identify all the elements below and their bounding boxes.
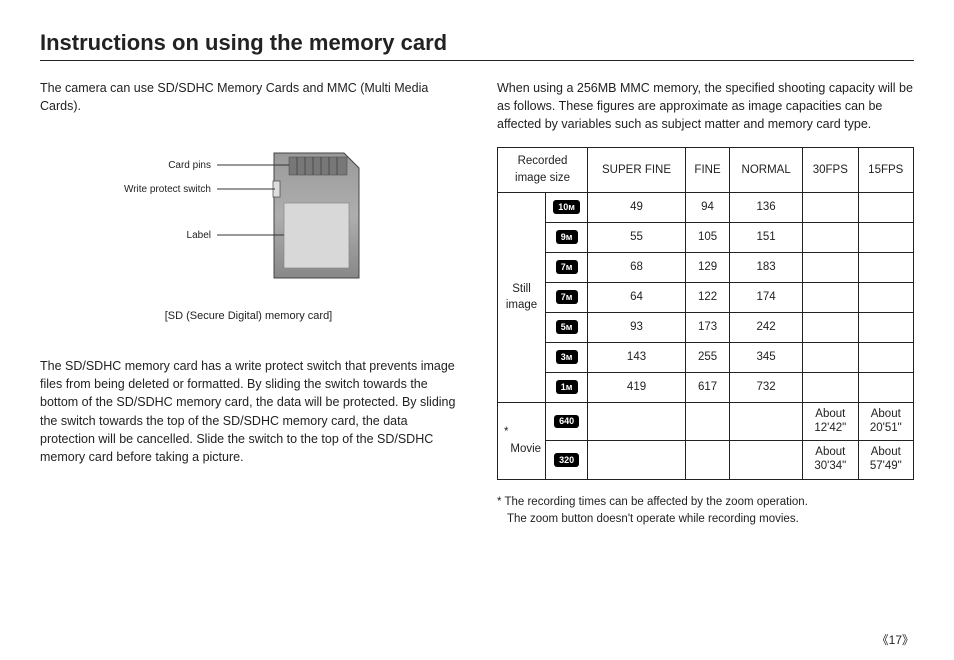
diagram-label-switch: Write protect switch: [123, 184, 210, 195]
empty-cell: [858, 282, 913, 312]
capacity-cell: About20'51": [858, 402, 913, 441]
empty-cell: [858, 312, 913, 342]
capacity-cell: About57'49": [858, 441, 913, 480]
left-column: The camera can use SD/SDHC Memory Cards …: [40, 79, 457, 527]
size-badge: 3м: [556, 350, 578, 364]
capacity-table: Recorded image size SUPER FINE FINE NORM…: [497, 147, 914, 480]
table-row: Still image10м4994136: [498, 192, 914, 222]
capacity-cell: 143: [588, 342, 686, 372]
empty-cell: [730, 402, 803, 441]
right-column: When using a 256MB MMC memory, the speci…: [497, 79, 914, 527]
th-size: Recorded image size: [498, 148, 588, 192]
diagram-label-pins: Card pins: [168, 160, 211, 171]
size-badge: 640: [554, 415, 579, 429]
capacity-cell: 617: [685, 372, 729, 402]
page-title: Instructions on using the memory card: [40, 30, 914, 61]
empty-cell: [858, 342, 913, 372]
table-row: 1м 419617732: [498, 372, 914, 402]
capacity-cell: 242: [730, 312, 803, 342]
size-badge-cell: 7м: [546, 252, 588, 282]
size-badge-cell: 9м: [546, 222, 588, 252]
intro-text-right: When using a 256MB MMC memory, the speci…: [497, 79, 914, 133]
size-badge: 1м: [556, 380, 578, 394]
capacity-cell: 105: [685, 222, 729, 252]
empty-cell: [803, 342, 858, 372]
capacity-cell: 151: [730, 222, 803, 252]
capacity-cell: 419: [588, 372, 686, 402]
footnote: * The recording times can be affected by…: [497, 494, 914, 527]
empty-cell: [803, 222, 858, 252]
size-badge: 7м: [556, 290, 578, 304]
size-badge-cell: 7м: [546, 282, 588, 312]
capacity-cell: 174: [730, 282, 803, 312]
capacity-cell: 49: [588, 192, 686, 222]
page-number: 《17》: [877, 631, 914, 648]
th-normal: NORMAL: [730, 148, 803, 192]
empty-cell: [685, 441, 729, 480]
size-badge-cell: 640: [546, 402, 588, 441]
sd-card-svg: Card pins Write protect switch Label: [99, 143, 399, 293]
footnote-line1: * The recording times can be affected by…: [497, 496, 808, 508]
capacity-cell: About12'42": [803, 402, 858, 441]
table-row: 7м 64122174: [498, 282, 914, 312]
size-badge-cell: 320: [546, 441, 588, 480]
table-row: 3м 143255345: [498, 342, 914, 372]
write-protect-text: The SD/SDHC memory card has a write prot…: [40, 357, 457, 466]
empty-cell: [588, 441, 686, 480]
capacity-cell: 129: [685, 252, 729, 282]
size-badge: 9м: [556, 230, 578, 244]
capacity-cell: 68: [588, 252, 686, 282]
size-badge-cell: 5м: [546, 312, 588, 342]
size-badge-cell: 10м: [546, 192, 588, 222]
capacity-cell: 136: [730, 192, 803, 222]
empty-cell: [858, 222, 913, 252]
table-row: 7м 68129183: [498, 252, 914, 282]
capacity-cell: About30'34": [803, 441, 858, 480]
capacity-cell: 55: [588, 222, 686, 252]
th-superfine: SUPER FINE: [588, 148, 686, 192]
table-row: 320 About30'34"About57'49": [498, 441, 914, 480]
capacity-cell: 255: [685, 342, 729, 372]
diagram-caption: [SD (Secure Digital) memory card]: [40, 309, 457, 325]
empty-cell: [803, 372, 858, 402]
capacity-cell: 345: [730, 342, 803, 372]
capacity-cell: 173: [685, 312, 729, 342]
capacity-cell: 64: [588, 282, 686, 312]
intro-text-left: The camera can use SD/SDHC Memory Cards …: [40, 79, 457, 115]
sd-card-diagram: Card pins Write protect switch Label: [40, 143, 457, 293]
size-badge: 5м: [556, 320, 578, 334]
table-row: * Movie640About12'42"About20'51": [498, 402, 914, 441]
empty-cell: [803, 252, 858, 282]
size-badge: 320: [554, 453, 579, 467]
capacity-cell: 183: [730, 252, 803, 282]
th-fine: FINE: [685, 148, 729, 192]
empty-cell: [730, 441, 803, 480]
capacity-cell: 93: [588, 312, 686, 342]
th-15fps: 15FPS: [858, 148, 913, 192]
empty-cell: [803, 282, 858, 312]
empty-cell: [588, 402, 686, 441]
size-badge: 10м: [553, 200, 580, 214]
diagram-label-label: Label: [186, 230, 210, 241]
group-still: Still image: [498, 192, 546, 402]
size-badge-cell: 1м: [546, 372, 588, 402]
content-columns: The camera can use SD/SDHC Memory Cards …: [40, 79, 914, 527]
empty-cell: [803, 312, 858, 342]
group-movie: * Movie: [498, 402, 546, 479]
empty-cell: [858, 192, 913, 222]
th-30fps: 30FPS: [803, 148, 858, 192]
capacity-cell: 94: [685, 192, 729, 222]
empty-cell: [803, 192, 858, 222]
empty-cell: [858, 372, 913, 402]
empty-cell: [858, 252, 913, 282]
table-row: 5м 93173242: [498, 312, 914, 342]
footnote-line2: The zoom button doesn't operate while re…: [497, 511, 914, 528]
capacity-cell: 122: [685, 282, 729, 312]
empty-cell: [685, 402, 729, 441]
table-row: 9м 55105151: [498, 222, 914, 252]
size-badge: 7м: [556, 260, 578, 274]
capacity-cell: 732: [730, 372, 803, 402]
size-badge-cell: 3м: [546, 342, 588, 372]
